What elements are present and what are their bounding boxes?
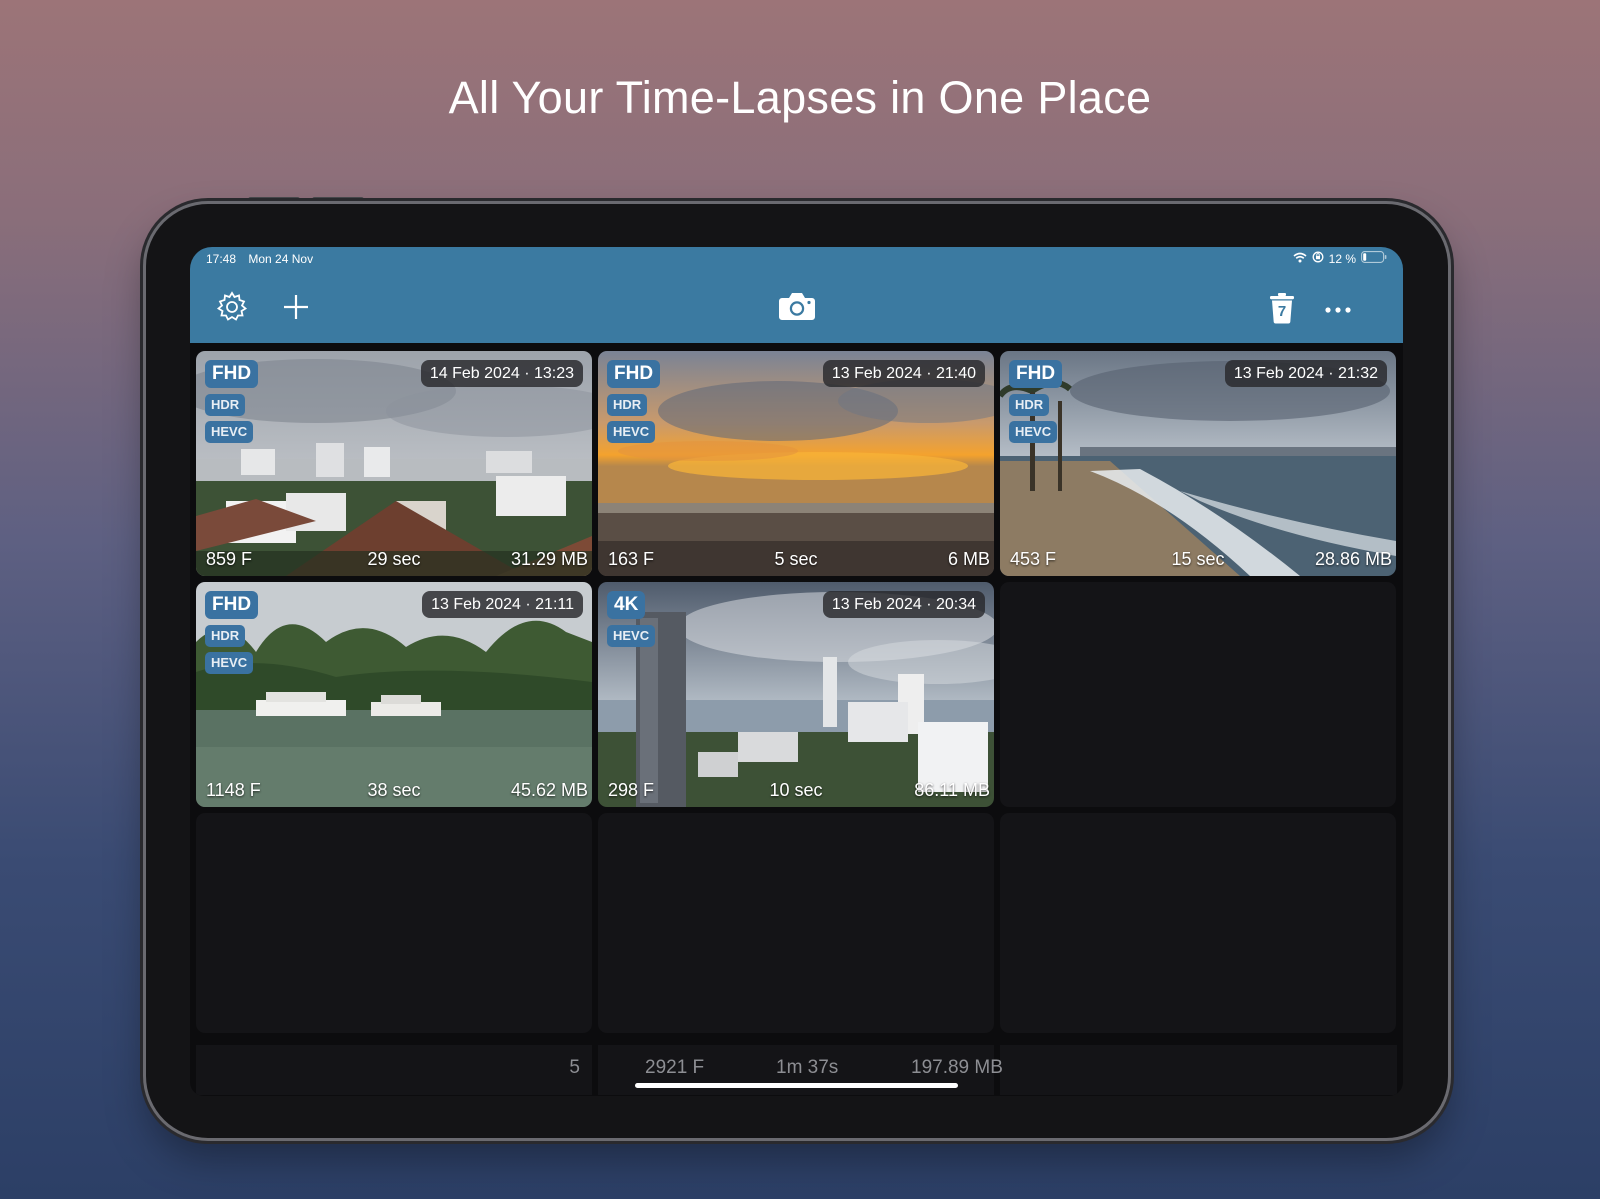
status-bar-left: 17:48 Mon 24 Nov xyxy=(206,252,313,266)
home-indicator[interactable] xyxy=(635,1083,958,1088)
summary-duration: 1m 37s xyxy=(776,1057,839,1078)
empty-slot xyxy=(1000,582,1396,807)
date-label: 14 Feb 2024 · 13:23 xyxy=(420,360,583,387)
settings-button[interactable] xyxy=(212,289,252,329)
file-size: 6 MB xyxy=(947,549,990,569)
file-size: 28.86 MB xyxy=(1314,549,1392,569)
hdr-badge: HDR xyxy=(607,394,648,416)
app-screen: 17:48 Mon 24 Nov 12 % 7 FHD HDR HEVC 14 … xyxy=(190,247,1403,1096)
timelapse-card-overlay: FHD HDR HEVC 13 Feb 2024 · 21:40 163 F 5… xyxy=(598,351,994,576)
codec-badge: HEVC xyxy=(607,421,656,443)
date-label: 13 Feb 2024 · 20:34 xyxy=(822,591,985,618)
orientation-lock-icon xyxy=(1312,251,1324,266)
timelapse-card-overlay: FHD HDR HEVC 13 Feb 2024 · 21:32 453 F 1… xyxy=(1000,351,1396,576)
date-label: 13 Feb 2024 · 21:40 xyxy=(822,360,985,387)
timelapse-card-overlay: FHD HDR HEVC 13 Feb 2024 · 21:11 1148 F … xyxy=(196,582,592,807)
summary-segment xyxy=(1000,1045,1397,1095)
codec-badge: HEVC xyxy=(205,421,254,443)
empty-slot xyxy=(598,813,994,1033)
duration: 5 sec xyxy=(774,549,818,569)
gear-icon xyxy=(215,290,249,329)
codec-badge: HEVC xyxy=(607,625,656,647)
status-time: 17:48 xyxy=(206,252,237,266)
codec-badge: HEVC xyxy=(205,652,254,674)
summary-size: 197.89 MB xyxy=(911,1057,1003,1078)
timelapse-card-overlay: FHD HDR HEVC 14 Feb 2024 · 13:23 859 F 2… xyxy=(196,351,592,576)
battery-icon xyxy=(1361,251,1387,266)
ellipsis-icon xyxy=(1325,300,1351,318)
resolution-badge: FHD xyxy=(205,360,259,388)
camera-icon xyxy=(778,291,816,326)
codec-badge: HEVC xyxy=(1009,421,1058,443)
file-size: 45.62 MB xyxy=(510,780,588,800)
trash-button[interactable]: 7 xyxy=(1262,287,1302,329)
resolution-badge: FHD xyxy=(205,591,259,619)
resolution-badge: FHD xyxy=(1009,360,1063,388)
device-top-button xyxy=(312,197,364,202)
toolbar: 17:48 Mon 24 Nov 12 % 7 xyxy=(190,247,1403,343)
hdr-badge: HDR xyxy=(205,394,246,416)
battery-text: 12 % xyxy=(1328,251,1356,266)
file-size: 31.29 MB xyxy=(510,549,588,569)
hdr-badge: HDR xyxy=(1009,394,1050,416)
device-top-button xyxy=(248,197,300,202)
resolution-badge: FHD xyxy=(607,360,661,388)
resolution-badge: 4K xyxy=(607,591,646,619)
more-button[interactable] xyxy=(1318,289,1358,329)
summary-frames: 2921 F xyxy=(645,1057,705,1078)
empty-slot xyxy=(196,813,592,1033)
wifi-icon xyxy=(1293,252,1307,266)
file-size: 86.11 MB xyxy=(914,780,990,800)
camera-button[interactable] xyxy=(774,285,820,331)
status-date: Mon 24 Nov xyxy=(248,252,314,266)
date-label: 13 Feb 2024 · 21:11 xyxy=(422,591,583,618)
status-bar-right: 12 % xyxy=(1293,251,1387,266)
summary-count: 5 xyxy=(569,1057,580,1078)
timelapse-card-overlay: 4K HEVC 13 Feb 2024 · 20:34 298 F 10 sec… xyxy=(598,582,994,807)
headline: All Your Time-Lapses in One Place xyxy=(448,72,1152,123)
add-button[interactable] xyxy=(276,289,316,329)
hdr-badge: HDR xyxy=(205,625,246,647)
date-label: 13 Feb 2024 · 21:32 xyxy=(1224,360,1387,387)
plus-icon xyxy=(282,293,310,326)
empty-slot xyxy=(1000,813,1396,1033)
trash-count: 7 xyxy=(1277,303,1287,320)
